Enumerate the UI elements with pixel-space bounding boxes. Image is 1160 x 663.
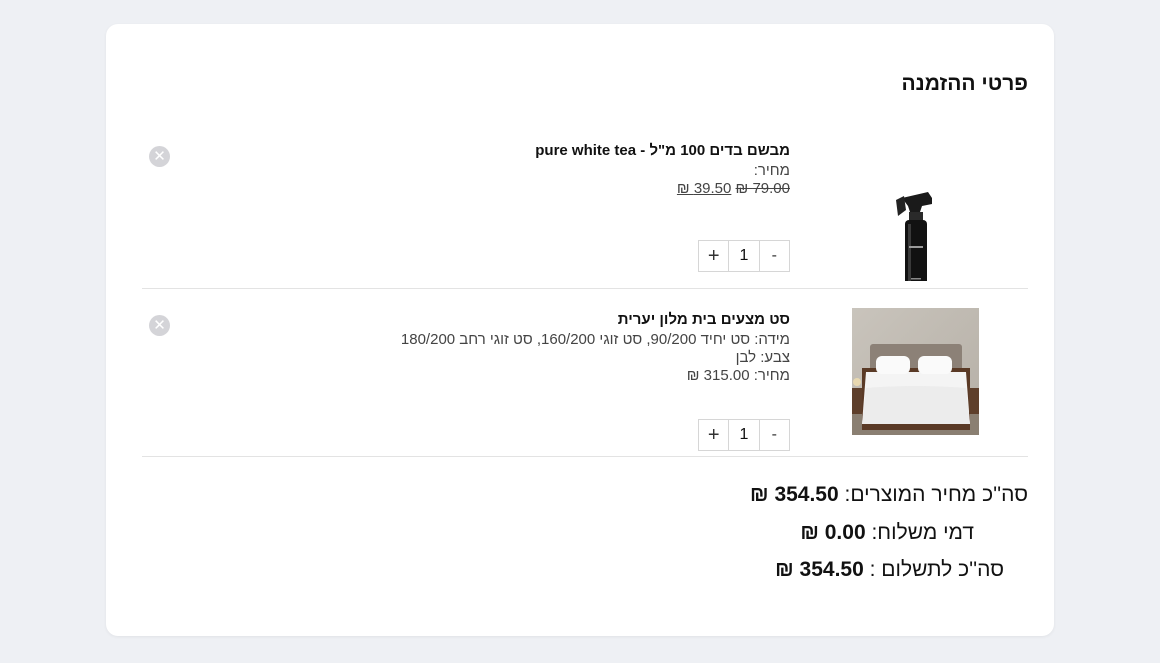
shipping-value: 0.00 ₪ (800, 521, 866, 544)
cart-item: ✕ סט מצעים בית מלון יערית מידה: סט יחיד … (142, 288, 1028, 457)
cart-item: ✕ מבשם בדים 100 מ"ל - pure white tea מחי… (142, 124, 1028, 296)
item-info: מבשם בדים 100 מ"ל - pure white tea מחיר:… (370, 142, 790, 198)
decrease-quantity-button[interactable]: - (758, 241, 789, 271)
quantity-value[interactable]: 1 (729, 420, 758, 450)
color-line: צבע: לבן (735, 349, 790, 366)
price-line: מחיר: 315.00 ₪ (686, 367, 790, 384)
increase-quantity-button[interactable]: + (699, 241, 730, 271)
price-line: 79.00 ₪ 39.50 ₪ (370, 180, 790, 198)
payment-total-label: סה''כ לתשלום : (869, 558, 1004, 581)
spray-bottle-image (852, 154, 979, 296)
products-total-row: סה''כ מחיר המוצרים: 354.50 ₪ (750, 483, 1028, 507)
item-info: סט מצעים בית מלון יערית מידה: סט יחיד 90… (370, 311, 790, 385)
shipping-row: דמי משלוח: 0.00 ₪ (800, 521, 974, 545)
order-title: פרטי ההזמנה (901, 72, 1028, 95)
shipping-label: דמי משלוח: (871, 521, 974, 544)
quantity-value[interactable]: 1 (729, 241, 758, 271)
products-total-value: 354.50 ₪ (750, 483, 839, 506)
bedding-image (852, 308, 979, 435)
payment-total-value: 354.50 ₪ (775, 558, 864, 581)
payment-total-row: סה''כ לתשלום : 354.50 ₪ (775, 558, 1004, 582)
size-line: מידה: סט יחיד 90/200, סט זוגי 160/200, ס… (400, 331, 790, 348)
products-total-label: סה''כ מחיר המוצרים: (844, 483, 1028, 506)
increase-quantity-button[interactable]: + (699, 420, 730, 450)
sale-price: 39.50 ₪ (676, 180, 732, 197)
quantity-stepper: + 1 - (698, 240, 790, 272)
price-label: מחיר: (753, 162, 790, 179)
product-name: סט מצעים בית מלון יערית (617, 311, 790, 328)
order-details-card: פרטי ההזמנה ✕ מבשם בדים 100 מ"ל - pure w… (106, 24, 1054, 636)
product-name: מבשם בדים 100 מ"ל - pure white tea (535, 142, 790, 159)
quantity-stepper: + 1 - (698, 419, 790, 451)
old-price: 79.00 ₪ (735, 180, 790, 197)
decrease-quantity-button[interactable]: - (758, 420, 789, 450)
remove-item-button[interactable]: ✕ (149, 146, 170, 167)
remove-item-button[interactable]: ✕ (149, 315, 170, 336)
